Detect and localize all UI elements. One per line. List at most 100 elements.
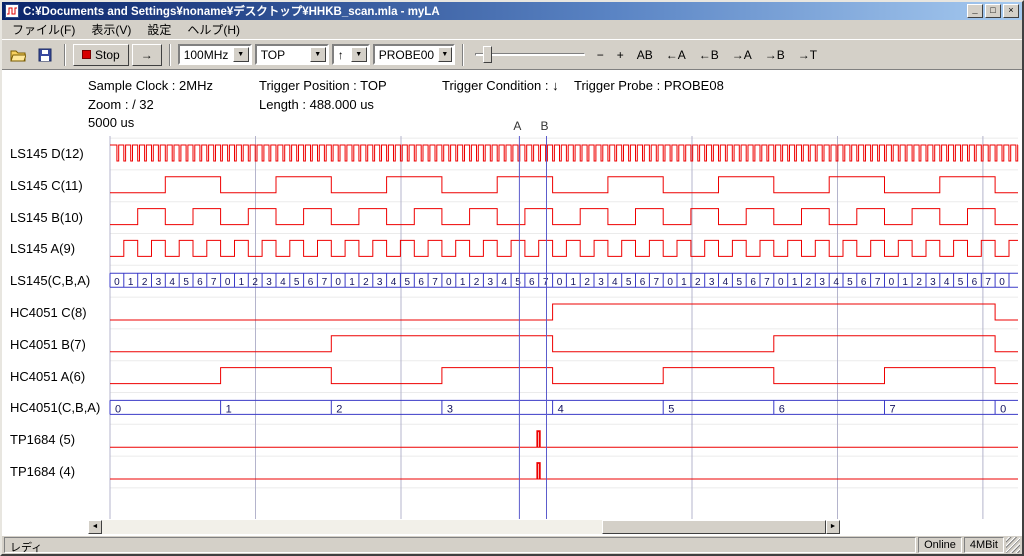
bus-value: 6 [308, 277, 314, 288]
bus-value: 0 [667, 277, 673, 288]
zoom-out-button[interactable]: − [592, 44, 609, 66]
save-button[interactable] [33, 44, 57, 66]
chevron-down-icon[interactable]: ▼ [351, 47, 367, 62]
toolbar-separator [64, 44, 66, 66]
zoom-info: Zoom : / 32 [88, 97, 154, 112]
menu-file[interactable]: ファイル(F) [4, 19, 83, 40]
scroll-left-icon[interactable]: ◄ [88, 520, 102, 534]
bus-value: 1 [902, 277, 908, 288]
zoom-slider[interactable] [475, 44, 585, 66]
bus-value: 6 [197, 277, 203, 288]
marker-label-a: A [513, 119, 521, 133]
bus-value: 0 [557, 277, 563, 288]
stop-button[interactable]: Stop [73, 44, 129, 66]
bus-value: 2 [806, 277, 812, 288]
save-icon [38, 48, 52, 62]
trigger-condition-info: Trigger Condition : ↓ [442, 78, 559, 93]
bus-value: 6 [972, 277, 978, 288]
set-marker-b-button[interactable]: →B [760, 44, 790, 66]
bus-value: 7 [890, 403, 896, 415]
scroll-right-icon[interactable]: ► [826, 520, 840, 534]
waveform-area[interactable]: 0123456701234567012345670123456701234567… [2, 112, 1022, 524]
menu-settings[interactable]: 設定 [139, 19, 179, 40]
bus-value: 5 [958, 277, 964, 288]
waveform-trace [110, 209, 1018, 225]
statusbar: レディ Online 4MBit [2, 536, 1022, 554]
bus-value: 2 [916, 277, 922, 288]
length-info: Length : 488.000 us [259, 97, 374, 112]
chevron-down-icon[interactable]: ▼ [233, 47, 249, 62]
bus-value: 0 [889, 277, 895, 288]
scrollbar-thumb[interactable] [602, 520, 826, 534]
titlebar[interactable]: C:¥Documents and Settings¥noname¥デスクトップ¥… [2, 2, 1022, 20]
chevron-down-icon[interactable]: ▼ [310, 47, 326, 62]
trigger-position-info: Trigger Position : TOP [259, 78, 387, 93]
bus-trace [110, 273, 1018, 287]
goto-marker-b-button[interactable]: ←B [694, 44, 724, 66]
bus-value: 1 [571, 277, 577, 288]
horizontal-scrollbar[interactable]: ◄ ► [88, 520, 840, 534]
ab-range-button[interactable]: AB [632, 44, 658, 66]
open-button[interactable] [6, 44, 30, 66]
window-title: C:¥Documents and Settings¥noname¥デスクトップ¥… [23, 3, 965, 19]
set-marker-a-button[interactable]: →A [727, 44, 757, 66]
resize-grip-icon[interactable] [1006, 537, 1020, 553]
bus-value: 2 [695, 277, 701, 288]
probe-value: PROBE00 [375, 48, 438, 62]
toolbar-separator [169, 44, 171, 66]
bus-value: 3 [930, 277, 936, 288]
sample-clock-select[interactable]: 100MHz ▼ [178, 44, 252, 65]
minimize-button[interactable]: _ [967, 4, 983, 18]
goto-trigger-button[interactable]: →T [793, 44, 822, 66]
trigger-position-value: TOP [257, 48, 310, 62]
run-button[interactable]: → [132, 44, 162, 66]
bus-value: 6 [861, 277, 867, 288]
bus-value: 2 [336, 403, 342, 415]
trigger-edge-value: ↑ [334, 48, 351, 62]
bus-value: 2 [252, 277, 258, 288]
chevron-down-icon[interactable]: ▼ [438, 47, 452, 62]
menu-view[interactable]: 表示(V) [83, 19, 139, 40]
trigger-probe-info: Trigger Probe : PROBE08 [574, 78, 724, 93]
bus-value: 3 [156, 277, 162, 288]
bus-value: 0 [115, 403, 121, 415]
bus-value: 5 [847, 277, 853, 288]
toolbar: Stop → 100MHz ▼ TOP ▼ ↑ ▼ PROBE00 ▼ − + … [2, 39, 1022, 69]
maximize-button[interactable]: □ [985, 4, 1001, 18]
close-button[interactable]: × [1003, 4, 1019, 18]
bus-value: 6 [750, 277, 756, 288]
waveform-trace [110, 240, 1018, 256]
menu-help[interactable]: ヘルプ(H) [179, 19, 248, 40]
status-memory: 4MBit [964, 537, 1004, 553]
bus-value: 1 [226, 403, 232, 415]
bus-value: 4 [723, 277, 729, 288]
status-ready: レディ [4, 537, 916, 553]
bus-value: 6 [779, 403, 785, 415]
bus-value: 0 [114, 277, 120, 288]
bus-value: 2 [474, 277, 480, 288]
stop-icon [82, 50, 91, 59]
bus-value: 7 [985, 277, 991, 288]
zoom-in-button[interactable]: + [612, 44, 629, 66]
sample-clock-info: Sample Clock : 2MHz [88, 78, 213, 93]
bus-value: 7 [654, 277, 660, 288]
bus-value: 2 [584, 277, 590, 288]
bus-value: 1 [128, 277, 134, 288]
marker-label-b: B [540, 119, 548, 133]
bus-value: 7 [875, 277, 881, 288]
waveform-trace [110, 368, 1018, 384]
waveform-panel: Sample Clock : 2MHz Trigger Position : T… [2, 69, 1022, 536]
zoom-slider-thumb[interactable] [483, 46, 492, 63]
bus-value: 4 [558, 403, 564, 415]
bus-value: 5 [668, 403, 674, 415]
bus-value: 3 [819, 277, 825, 288]
trigger-edge-select[interactable]: ↑ ▼ [332, 44, 370, 65]
bus-value: 5 [183, 277, 189, 288]
bus-value: 0 [335, 277, 341, 288]
probe-select[interactable]: PROBE00 ▼ [373, 44, 455, 65]
trigger-position-select[interactable]: TOP ▼ [255, 44, 329, 65]
bus-value: 5 [294, 277, 300, 288]
goto-marker-a-button[interactable]: ←A [661, 44, 691, 66]
waveform-trace [110, 177, 1018, 193]
toolbar-separator [462, 44, 464, 66]
